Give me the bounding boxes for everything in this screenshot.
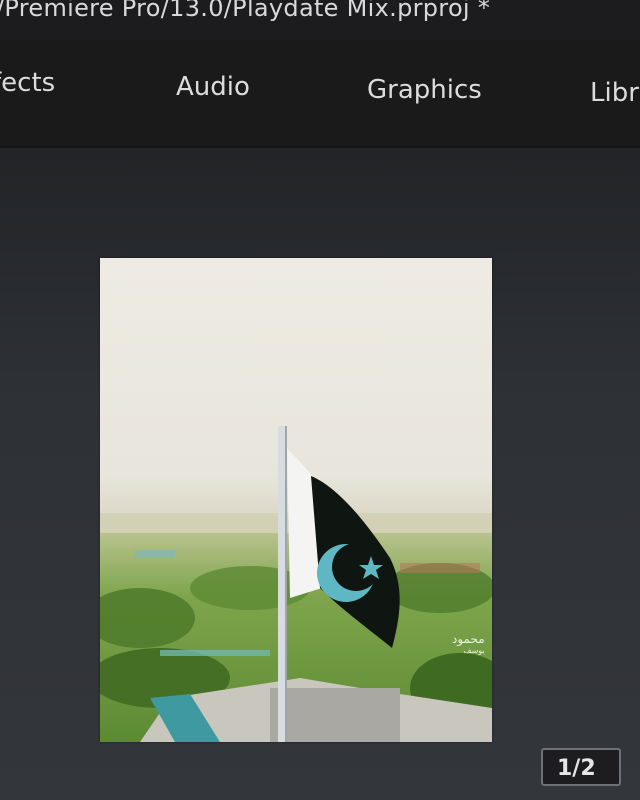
tab-libraries[interactable]: Libra — [590, 78, 640, 108]
flag-scene-image — [100, 258, 492, 742]
program-monitor[interactable]: محمود يوسف — [0, 148, 640, 800]
video-frame: محمود يوسف — [100, 258, 492, 742]
distant-roof — [400, 563, 480, 573]
watermark-text: محمود — [452, 632, 485, 646]
tab-effects[interactable]: fects — [0, 68, 55, 98]
title-bar: /Premiere Pro/13.0/Playdate Mix.prproj * — [0, 0, 640, 40]
tab-graphics[interactable]: Graphics — [367, 75, 482, 105]
workspace-tabs-bar: fects Audio Graphics Libra — [0, 40, 640, 148]
premiere-screen: /Premiere Pro/13.0/Playdate Mix.prproj *… — [0, 0, 640, 800]
watermark-subtext: يوسف — [463, 646, 485, 655]
channel-watermark: محمود يوسف — [452, 632, 485, 656]
building-wall — [270, 688, 400, 742]
project-path-title: /Premiere Pro/13.0/Playdate Mix.prproj * — [0, 0, 491, 22]
page-indicator[interactable]: 1/2 — [541, 748, 621, 786]
road — [160, 650, 270, 656]
tab-audio[interactable]: Audio — [176, 72, 250, 102]
distant-roof — [135, 550, 175, 558]
